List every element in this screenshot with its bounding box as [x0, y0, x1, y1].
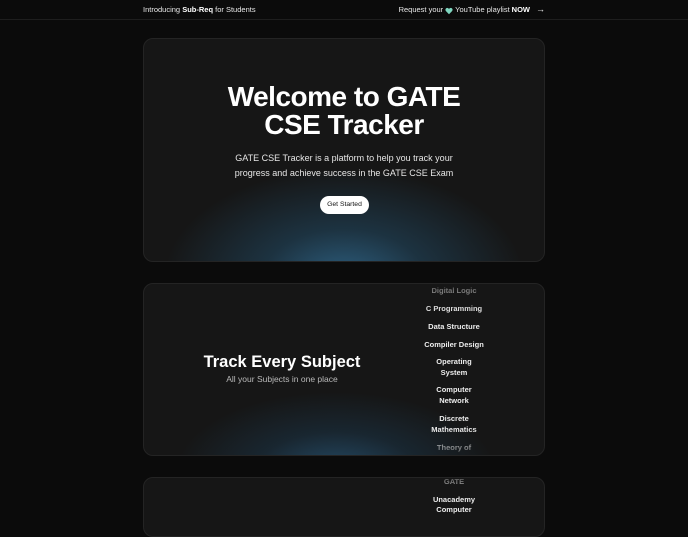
get-started-button[interactable]: Get Started	[320, 196, 369, 214]
resource-item: Unacademy	[412, 495, 496, 506]
subject-label: Discrete	[439, 414, 469, 423]
request-mid: YouTube playlist	[455, 5, 510, 14]
page-title: Welcome to GATE CSE Tracker	[144, 83, 544, 139]
subjects-title: Track Every Subject	[203, 353, 361, 371]
title-line-2: CSE Tracker	[264, 109, 424, 140]
intro-announcement[interactable]: Introducing Sub-Req for Students	[143, 5, 256, 14]
resource-list[interactable]: GATE Unacademy Computer	[412, 477, 496, 536]
subject-label: Computer	[436, 385, 472, 394]
subject-label: Compiler Design	[424, 340, 484, 349]
subject-list[interactable]: Digital Logic C Programming Data Structu…	[412, 284, 496, 455]
announcement-bar: Introducing Sub-Req for Students Request…	[0, 0, 688, 20]
resource-item: GATE	[412, 477, 496, 488]
subject-label-line-2: Network	[439, 395, 469, 405]
heart-icon	[445, 7, 453, 15]
subject-item: Theory of	[412, 443, 496, 454]
resource-label: Computer	[436, 505, 472, 514]
intro-prefix: Introducing	[143, 5, 183, 14]
subject-item: Data Structure	[412, 322, 496, 333]
resource-label: Unacademy	[432, 495, 476, 504]
subject-label-line-2: Mathematics	[431, 424, 477, 434]
hero-subtitle: GATE CSE Tracker is a platform to help y…	[224, 151, 464, 180]
arrow-right-icon: →	[536, 4, 545, 14]
subject-label-line-2: System	[440, 367, 468, 377]
subjects-subtitle: All your Subjects in one place	[226, 374, 338, 384]
subject-item: Operating System	[412, 357, 496, 378]
subject-item: Digital Logic	[412, 286, 496, 297]
subject-item: Discrete Mathematics	[412, 414, 496, 435]
request-playlist-link[interactable]: Request your YouTube playlist NOW →	[398, 4, 545, 15]
subject-item: C Programming	[412, 304, 496, 315]
intro-suffix: for Students	[213, 5, 256, 14]
title-line-1: Welcome to GATE	[227, 81, 461, 112]
subject-item: Compiler Design	[412, 340, 496, 351]
request-prefix: Request your	[398, 5, 444, 14]
resource-item: Computer	[412, 505, 496, 516]
subject-label: C Programming	[425, 304, 483, 313]
resources-card: GATE Unacademy Computer	[143, 477, 545, 537]
subject-label: Data Structure	[428, 322, 480, 331]
subtitle-line-1: GATE CSE Tracker is a platform to help y…	[235, 153, 453, 163]
subject-label: Theory of	[436, 443, 472, 452]
intro-product-name: Sub-Req	[182, 5, 214, 14]
request-now: NOW	[511, 5, 530, 14]
subject-item: Computer Network	[412, 385, 496, 406]
resource-label: GATE	[443, 477, 465, 486]
subject-label: Operating	[436, 357, 472, 366]
subtitle-line-2: progress and achieve success in the GATE…	[234, 167, 454, 178]
subjects-card: Track Every Subject All your Subjects in…	[143, 283, 545, 456]
hero-card: Welcome to GATE CSE Tracker GATE CSE Tra…	[143, 38, 545, 262]
subject-label: Digital Logic	[431, 286, 477, 295]
